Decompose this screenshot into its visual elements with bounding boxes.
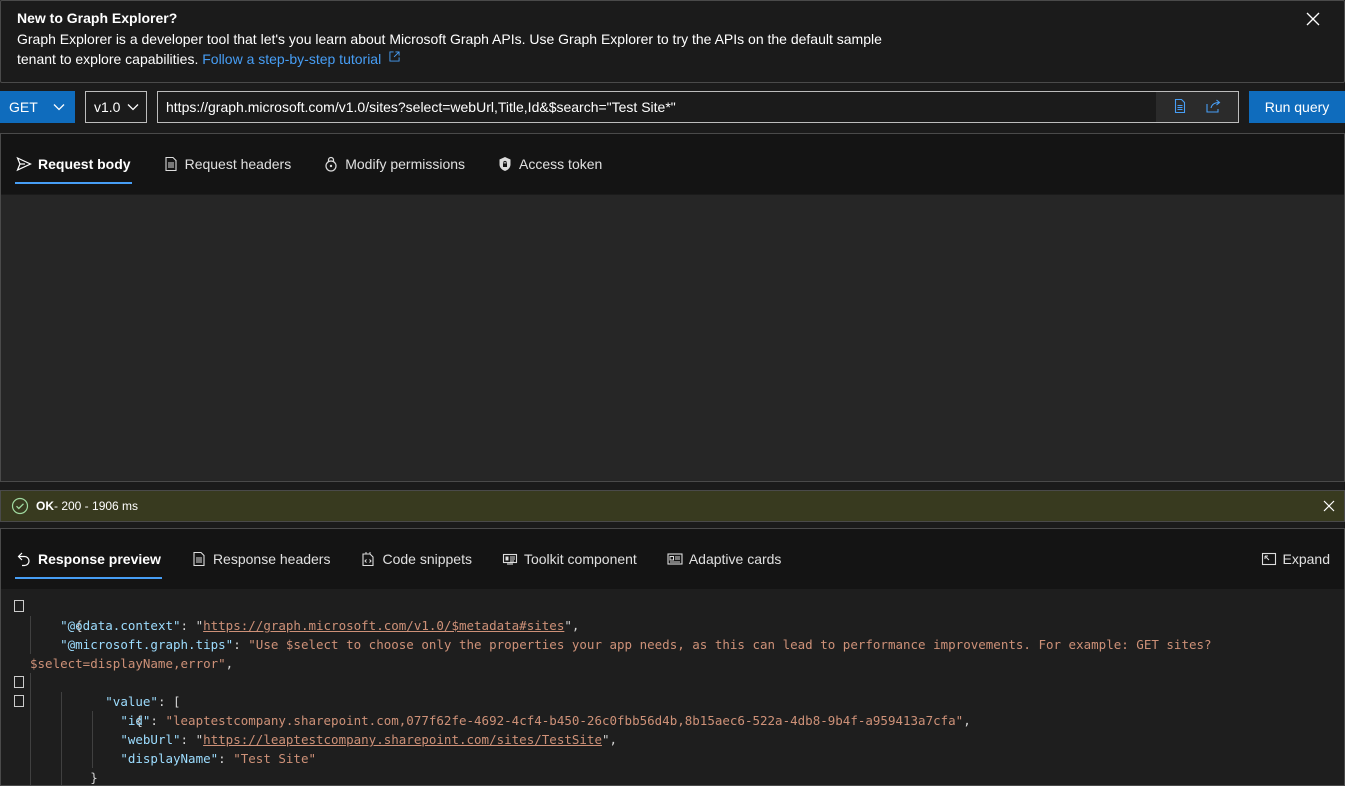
tab-adaptive-cards[interactable]: Adaptive cards [666,529,783,589]
code-line: "@odata.context": "https://graph.microso… [1,616,1344,635]
code-line: "id": "leaptestcompany.sharepoint.com,07… [1,711,1344,730]
json-string: "Test Site" [233,751,317,766]
json-key: "displayName" [120,751,219,766]
query-url-input[interactable] [158,92,1156,122]
fold-toggle-icon[interactable] [14,695,24,707]
expand-icon [1261,552,1276,566]
undo-arrow-icon [17,552,30,567]
close-icon[interactable] [1304,10,1322,28]
json-key: "id" [120,713,151,728]
tab-response-headers[interactable]: Response headers [190,529,332,589]
json-key: "@odata.context" [60,618,181,633]
send-icon [16,156,32,172]
tab-label: Response headers [212,551,331,567]
code-line: } [1,768,1344,785]
tab-label: Modify permissions [345,156,466,172]
response-json-viewer[interactable]: { "@odata.context": "https://graph.micro… [1,589,1344,785]
code-line: { [1,692,1344,728]
code-line: "webUrl": "https://leaptestcompany.share… [1,730,1344,749]
code-line: $select=displayName,error", [30,656,234,671]
code-line: { [1,597,1344,633]
chevron-down-icon [53,104,65,111]
share-icon[interactable] [1205,98,1223,116]
status-detail: - 200 - 1906 ms [54,499,139,513]
welcome-banner: New to Graph Explorer? Graph Explorer is… [0,0,1345,83]
tab-request-headers[interactable]: Request headers [162,134,293,194]
json-string: "Use $select to choose only the properti… [248,637,1212,652]
http-method-value: GET [9,99,38,115]
tab-label: Request body [38,156,131,172]
tab-label: Request headers [184,156,292,172]
run-query-button[interactable]: Run query [1249,91,1345,123]
query-url-box [157,91,1239,123]
expand-label: Expand [1282,551,1330,567]
banner-text: Graph Explorer is a developer tool that … [17,29,897,69]
json-string: $select=displayName,error" [30,656,226,671]
version-value: v1.0 [94,99,121,115]
tab-label: Toolkit component [523,551,637,567]
status-bar: OK - 200 - 1906 ms [0,490,1345,522]
document-icon[interactable] [1172,98,1190,116]
json-key: "@microsoft.graph.tips" [60,637,234,652]
code-line: "value": [ [1,673,1344,709]
tab-label: Adaptive cards [688,551,782,567]
tab-code-snippets[interactable]: Code snippets [359,529,473,589]
tab-response-preview[interactable]: Response preview [15,529,162,589]
document-icon [193,551,205,567]
document-icon [165,156,177,172]
toolkit-icon [502,553,518,565]
http-method-dropdown[interactable]: GET [0,91,75,123]
request-section: Request body Request headers Modify perm… [0,133,1345,482]
tab-label: Access token [519,156,603,172]
url-actions [1156,92,1238,122]
tab-access-token[interactable]: Access token [496,134,603,194]
fold-toggle-icon[interactable] [14,676,24,688]
json-key: "webUrl" [120,732,181,747]
lock-icon [325,156,337,172]
json-string: "leaptestcompany.sharepoint.com,077f62fe… [165,713,964,728]
request-body-editor[interactable] [1,194,1344,481]
code-line: "displayName": "Test Site" [1,749,1344,768]
tab-modify-permissions[interactable]: Modify permissions [322,134,466,194]
banner-title: New to Graph Explorer? [17,10,178,26]
version-dropdown[interactable]: v1.0 [85,91,147,123]
status-ok: OK [36,499,54,513]
fold-toggle-icon[interactable] [14,600,24,612]
code-snippet-icon [362,552,375,567]
shield-lock-icon [499,157,511,171]
tab-label: Response preview [38,551,161,567]
tab-label: Code snippets [382,551,472,567]
tab-toolkit-component[interactable]: Toolkit component [501,529,638,589]
banner-description: Graph Explorer is a developer tool that … [17,31,882,67]
tab-request-body[interactable]: Request body [15,134,132,194]
json-link[interactable]: https://leaptestcompany.sharepoint.com/s… [203,732,602,747]
external-link-icon [389,51,400,62]
code-line: "@microsoft.graph.tips": "Use $select to… [1,635,1344,654]
tutorial-link[interactable]: Follow a step-by-step tutorial [202,51,400,67]
close-icon[interactable] [1322,499,1336,513]
response-tabs: Response preview Response headers Code s… [1,529,1344,589]
card-icon [667,553,683,565]
expand-button[interactable]: Expand [1261,529,1330,589]
json-link[interactable]: https://graph.microsoft.com/v1.0/$metada… [203,618,564,633]
check-circle-icon [11,497,29,515]
query-bar: GET v1.0 Run query [0,91,1345,123]
chevron-down-icon [127,104,139,111]
request-tabs: Request body Request headers Modify perm… [1,134,1344,194]
response-section: Response preview Response headers Code s… [0,528,1345,786]
